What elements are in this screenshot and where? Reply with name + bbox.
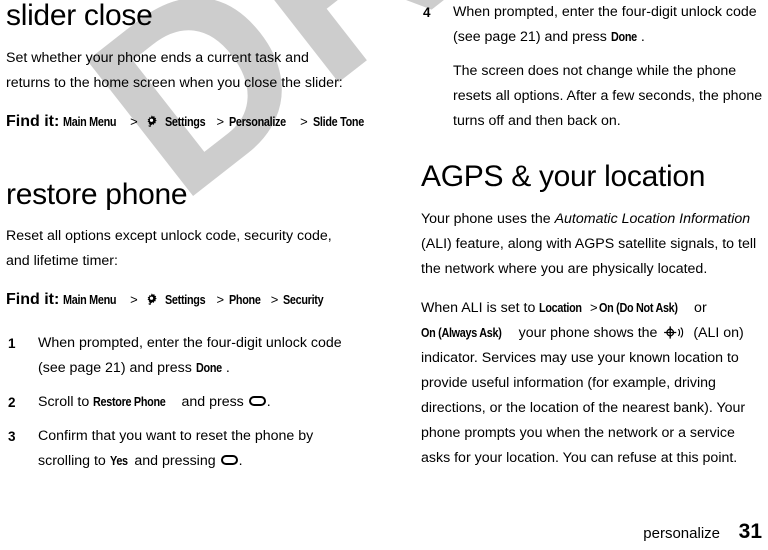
page-title-agps-your-location: AGPS & your location: [421, 160, 706, 193]
list-item: 4 When prompted, enter the four-digit un…: [421, 0, 765, 50]
step-text-a: When prompted, enter the four-digit unlo…: [38, 335, 342, 376]
step-text-b: .: [640, 29, 645, 45]
center-select-key-icon: [248, 396, 266, 406]
menu-path-settings: Settings: [164, 293, 206, 307]
step-note-text: The screen does not change while the pho…: [453, 63, 763, 129]
path-separator: >: [270, 292, 279, 307]
page-content: slider close Set whether your phone ends…: [0, 0, 768, 550]
path-separator: >: [589, 299, 598, 315]
agps-p2-mid: or: [690, 299, 707, 316]
menu-path-main-menu: Main Menu: [63, 114, 117, 129]
page-title-restore-phone: restore phone: [6, 177, 188, 211]
footer-section-name: personalize: [643, 525, 720, 542]
ui-label-done: Done: [195, 361, 222, 375]
agps-p1-italic: Automatic Location Information: [554, 210, 751, 227]
ui-label-done: Done: [610, 30, 637, 44]
menu-path-main-menu: Main Menu: [63, 293, 117, 307]
ali-on-icon: [663, 324, 687, 339]
find-it-label: Find it:: [6, 291, 60, 308]
page-footer: personalize 31: [0, 510, 768, 544]
gear-icon: [144, 113, 159, 128]
restore-phone-intro: Reset all options except unlock code, se…: [6, 228, 332, 269]
menu-path-phone: Phone: [229, 293, 261, 307]
step-text-c: .: [266, 394, 271, 410]
page-title-slider-close: slider close: [6, 0, 153, 32]
left-column: slider close Set whether your phone ends…: [6, 0, 364, 483]
path-separator: >: [216, 292, 225, 307]
path-separator: >: [216, 113, 225, 129]
step-text-b: and pressing: [130, 453, 220, 469]
gear-icon: [144, 291, 159, 306]
step-text-c: .: [238, 453, 243, 469]
menu-path-slide-tone: Slide Tone: [312, 114, 364, 129]
path-separator: >: [130, 292, 138, 307]
agps-p2-pre: When ALI is set to: [421, 299, 540, 316]
right-column: 4 When prompted, enter the four-digit un…: [421, 0, 765, 484]
step-text-a: When prompted, enter the four-digit unlo…: [453, 4, 757, 45]
footer-inner: personalize 31: [643, 520, 762, 544]
footer-page-number: 31: [738, 520, 762, 543]
list-item: 3 Confirm that you want to reset the pho…: [6, 424, 350, 474]
step-number: 3: [8, 429, 16, 444]
list-item: 1 When prompted, enter the four-digit un…: [6, 331, 350, 381]
ui-label-yes: Yes: [109, 454, 128, 468]
agps-paragraph-1: Your phone uses the Automatic Location I…: [421, 207, 765, 282]
menu-path-personalize: Personalize: [229, 114, 286, 129]
step-number: 1: [8, 336, 16, 351]
agps-paragraph-2: When ALI is set to Location >On (Do Not A…: [421, 295, 765, 471]
list-item: 2 Scroll to Restore Phone and press .: [6, 390, 350, 415]
find-it-slider-close: Find it: Main Menu > Settings > Personal…: [6, 109, 364, 135]
step-text-b: and press: [177, 394, 248, 410]
find-it-restore-phone: Find it: Main Menu > Settings > Phone > …: [6, 287, 350, 313]
step-text-b: .: [225, 360, 230, 376]
step-number: 4: [423, 5, 431, 20]
menu-path-security: Security: [283, 293, 324, 307]
step-text-a: Scroll to: [38, 394, 94, 410]
step-note: The screen does not change while the pho…: [421, 59, 765, 134]
menu-path-settings: Settings: [164, 114, 206, 129]
path-separator: >: [300, 113, 308, 129]
path-separator: >: [130, 113, 138, 129]
ui-label-location: Location: [539, 300, 583, 315]
ui-label-restore-phone: Restore Phone: [93, 395, 166, 409]
agps-p2-post: (ALI on) indicator. Services may use you…: [421, 324, 746, 466]
find-it-label: Find it:: [6, 112, 60, 130]
slider-close-intro: Set whether your phone ends a current ta…: [6, 49, 343, 91]
agps-p2-post-pre: your phone shows the: [514, 324, 662, 341]
ui-label-on-do-not-ask: On (Do Not Ask): [598, 300, 678, 315]
agps-p1-post: (ALI) feature, along with AGPS satellite…: [421, 235, 757, 277]
ui-label-on-always-ask: On (Always Ask): [421, 325, 502, 340]
agps-p1-pre: Your phone uses the: [421, 210, 555, 227]
center-select-key-icon: [220, 455, 238, 465]
step-number: 2: [8, 395, 16, 410]
